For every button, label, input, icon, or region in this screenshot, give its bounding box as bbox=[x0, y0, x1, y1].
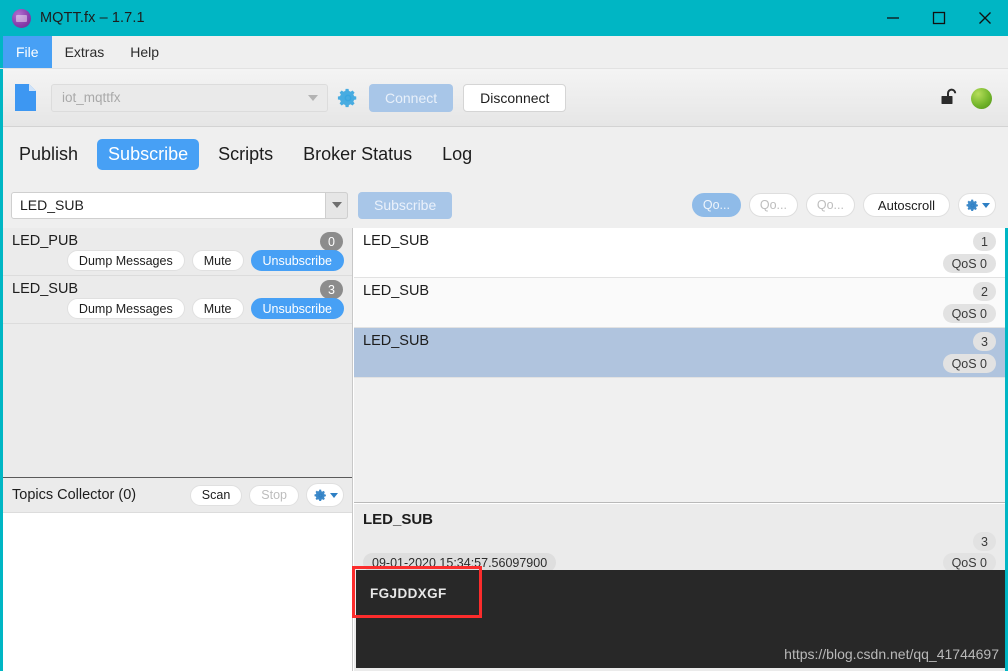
subscribe-options-button[interactable] bbox=[958, 193, 996, 217]
qos1-button[interactable]: Qo... bbox=[748, 193, 798, 217]
subscriptions-list: LED_PUB 0 Dump Messages Mute Unsubscribe… bbox=[3, 228, 352, 478]
watermark-text: https://blog.csdn.net/qq_41744697 bbox=[784, 646, 999, 662]
message-qos: QoS 0 bbox=[942, 354, 996, 373]
mute-button[interactable]: Mute bbox=[191, 250, 244, 271]
message-detail-panel: LED_SUB 3 09-01-2020 15:34:57.56097900 Q… bbox=[354, 504, 1005, 671]
connection-profile-value: iot_mqttfx bbox=[62, 90, 121, 105]
topics-collector-panel: Topics Collector (0) Scan Stop bbox=[3, 478, 352, 671]
mqttfx-window: MQTT.fx – 1.7.1 File Extras Help iot_mqt… bbox=[0, 0, 1008, 671]
connection-toolbar: iot_mqttfx Connect Disconnect bbox=[0, 69, 1008, 127]
gear-icon bbox=[966, 199, 978, 211]
main-content: LED_PUB 0 Dump Messages Mute Unsubscribe… bbox=[0, 228, 1008, 671]
subscription-row[interactable]: LED_PUB 0 Dump Messages Mute Unsubscribe bbox=[3, 228, 352, 276]
mute-button[interactable]: Mute bbox=[191, 298, 244, 319]
message-row[interactable]: LED_SUB 1 QoS 0 bbox=[354, 228, 1005, 278]
message-detail-header: LED_SUB 3 09-01-2020 15:34:57.56097900 Q… bbox=[354, 504, 1005, 572]
tab-log[interactable]: Log bbox=[431, 139, 483, 170]
message-row[interactable]: LED_SUB 2 QoS 0 bbox=[354, 278, 1005, 328]
maximize-button[interactable] bbox=[916, 0, 962, 36]
subscribe-button[interactable]: Subscribe bbox=[358, 191, 453, 219]
unsubscribe-button[interactable]: Unsubscribe bbox=[250, 250, 344, 271]
connect-button[interactable]: Connect bbox=[369, 83, 454, 112]
subscription-topic: LED_SUB bbox=[12, 281, 79, 297]
tab-subscribe[interactable]: Subscribe bbox=[97, 139, 200, 170]
message-qos: QoS 0 bbox=[942, 254, 996, 273]
topics-collector-title: Topics Collector (0) bbox=[12, 487, 137, 503]
qos0-button[interactable]: Qo... bbox=[691, 193, 741, 217]
gear-icon bbox=[314, 489, 326, 501]
scan-button[interactable]: Scan bbox=[189, 484, 243, 506]
window-title: MQTT.fx – 1.7.1 bbox=[40, 10, 145, 26]
chevron-down-icon bbox=[329, 492, 338, 498]
toolbar-status-group bbox=[939, 69, 992, 127]
chevron-down-icon bbox=[308, 94, 318, 101]
accent-edge bbox=[0, 69, 3, 127]
dump-messages-button[interactable]: Dump Messages bbox=[66, 298, 185, 319]
mqtt-logo-icon bbox=[12, 8, 31, 28]
close-icon bbox=[979, 12, 991, 24]
stop-button[interactable]: Stop bbox=[249, 484, 299, 506]
title-bar: MQTT.fx – 1.7.1 bbox=[0, 0, 1008, 36]
close-button[interactable] bbox=[962, 0, 1008, 36]
menu-bar: File Extras Help bbox=[0, 36, 1008, 69]
subscription-topic: LED_PUB bbox=[12, 233, 79, 249]
connection-profile-select[interactable]: iot_mqttfx bbox=[51, 83, 328, 112]
tab-publish[interactable]: Publish bbox=[8, 139, 89, 170]
menu-item-file[interactable]: File bbox=[3, 36, 52, 68]
payload-viewer[interactable]: FGJDDXGF https://blog.csdn.net/qq_417446… bbox=[356, 570, 1005, 668]
message-list: LED_SUB 1 QoS 0 LED_SUB 2 QoS 0 LED_SUB … bbox=[354, 228, 1005, 503]
connection-status-indicator bbox=[971, 87, 992, 109]
accent-edge bbox=[0, 127, 3, 182]
gear-icon bbox=[337, 88, 357, 107]
window-controls bbox=[870, 0, 1008, 36]
detail-index: 3 bbox=[973, 532, 996, 551]
tab-scripts[interactable]: Scripts bbox=[207, 139, 284, 170]
topics-collector-header: Topics Collector (0) Scan Stop bbox=[3, 478, 352, 513]
message-list-empty-area bbox=[354, 378, 1005, 502]
subscription-actions: Dump Messages Mute Unsubscribe bbox=[66, 298, 344, 319]
subscribe-bar: LED_SUB Subscribe Qo... Qo... Qo... Auto… bbox=[0, 182, 1008, 228]
subscription-row[interactable]: LED_SUB 3 Dump Messages Mute Unsubscribe bbox=[3, 276, 352, 324]
minimize-button[interactable] bbox=[870, 0, 916, 36]
subscribe-options-group: Qo... Qo... Qo... Autoscroll bbox=[691, 182, 996, 228]
message-topic: LED_SUB bbox=[363, 233, 430, 249]
right-pane: LED_SUB 1 QoS 0 LED_SUB 2 QoS 0 LED_SUB … bbox=[354, 228, 1008, 671]
disconnect-button[interactable]: Disconnect bbox=[463, 83, 567, 112]
message-topic: LED_SUB bbox=[363, 333, 430, 349]
tab-broker-status[interactable]: Broker Status bbox=[292, 139, 423, 170]
dump-messages-button[interactable]: Dump Messages bbox=[66, 250, 185, 271]
topics-collector-options-button[interactable] bbox=[306, 483, 344, 507]
chevron-down-icon bbox=[981, 202, 990, 208]
message-index: 1 bbox=[973, 232, 996, 251]
message-row-selected[interactable]: LED_SUB 3 QoS 0 bbox=[354, 328, 1005, 378]
maximize-icon bbox=[932, 11, 946, 25]
message-index: 2 bbox=[973, 282, 996, 301]
subscription-message-count: 3 bbox=[320, 280, 343, 299]
left-pane: LED_PUB 0 Dump Messages Mute Unsubscribe… bbox=[0, 228, 353, 671]
payload-text: FGJDDXGF bbox=[370, 586, 447, 601]
chevron-down-icon bbox=[331, 202, 342, 208]
topics-collector-body[interactable] bbox=[3, 513, 352, 671]
connection-settings-button[interactable] bbox=[337, 87, 359, 109]
message-topic: LED_SUB bbox=[363, 283, 430, 299]
message-index: 3 bbox=[973, 332, 996, 351]
topics-collector-actions: Scan Stop bbox=[189, 483, 344, 507]
tab-bar: Publish Subscribe Scripts Broker Status … bbox=[0, 127, 1008, 182]
subscription-actions: Dump Messages Mute Unsubscribe bbox=[66, 250, 344, 271]
subscription-message-count: 0 bbox=[320, 232, 343, 251]
detail-topic: LED_SUB bbox=[363, 511, 434, 528]
autoscroll-button[interactable]: Autoscroll bbox=[862, 193, 950, 217]
topic-input-value: LED_SUB bbox=[20, 197, 84, 213]
accent-edge bbox=[0, 182, 3, 228]
menu-item-help[interactable]: Help bbox=[117, 36, 172, 68]
topic-input[interactable]: LED_SUB bbox=[11, 191, 348, 219]
unsubscribe-button[interactable]: Unsubscribe bbox=[250, 298, 344, 319]
document-icon[interactable] bbox=[14, 83, 38, 112]
unlocked-padlock-icon bbox=[939, 88, 961, 108]
qos2-button[interactable]: Qo... bbox=[805, 193, 855, 217]
message-qos: QoS 0 bbox=[942, 304, 996, 323]
menu-item-extras[interactable]: Extras bbox=[52, 36, 118, 68]
minimize-icon bbox=[887, 17, 899, 19]
topic-dropdown-button[interactable] bbox=[325, 191, 348, 219]
